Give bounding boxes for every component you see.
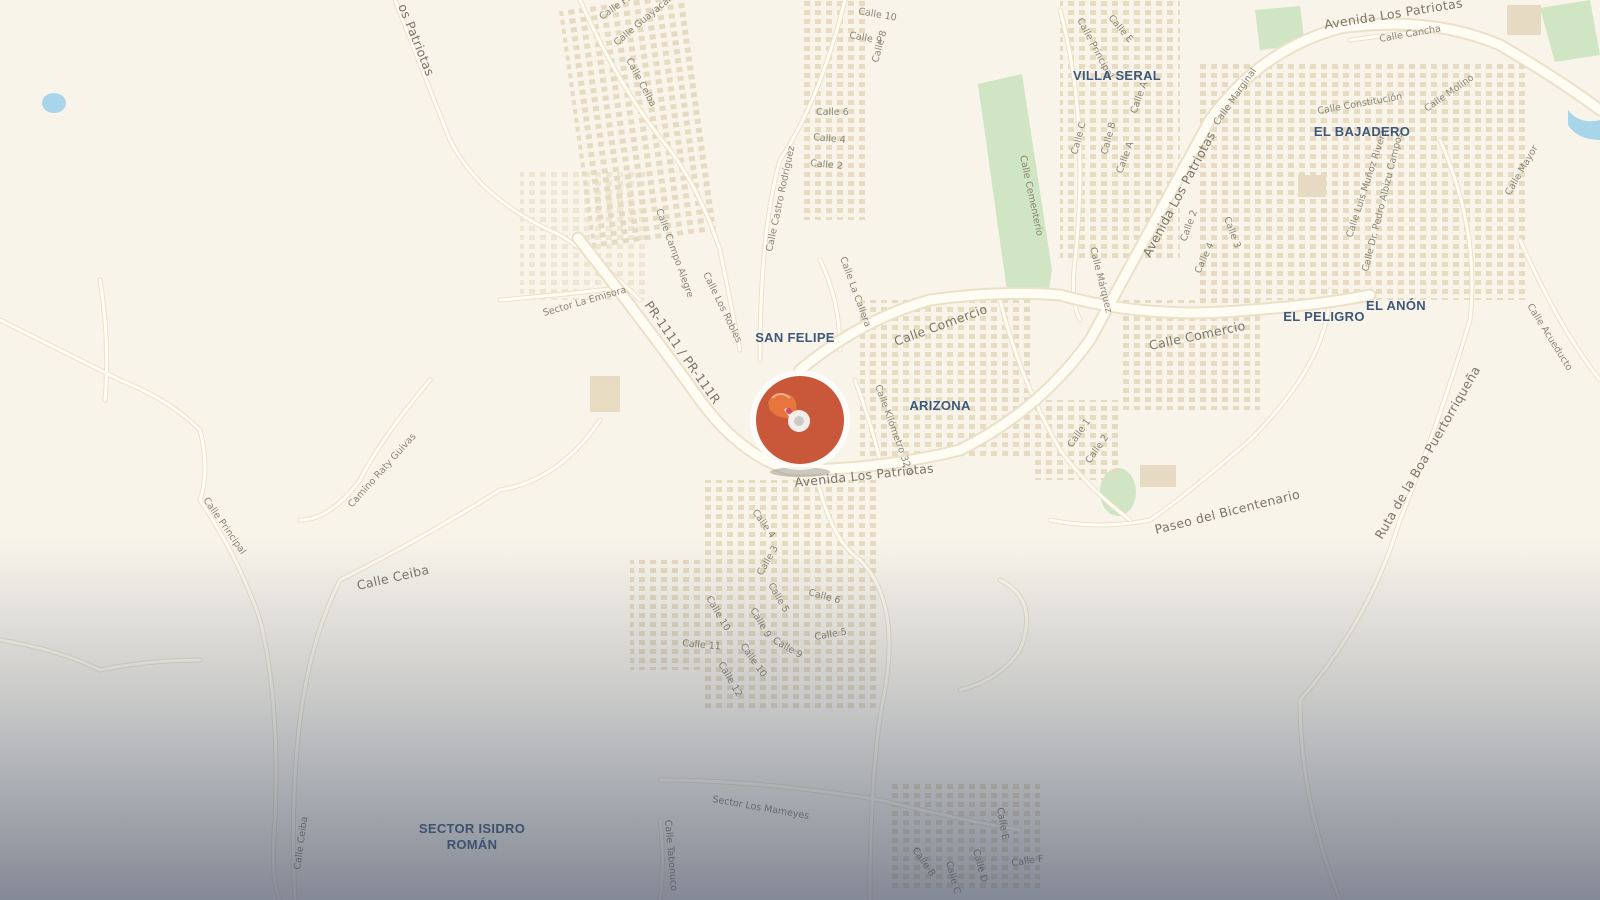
building-bicentenario — [1140, 465, 1176, 487]
block-emisora — [520, 170, 650, 300]
label-calle-6-top: Calle 6 — [816, 107, 849, 118]
hood-el-bajadero: EL BAJADERO — [1314, 124, 1410, 139]
building-ne — [1507, 5, 1541, 35]
hood-sector-isidro: SECTOR ISIDRO — [419, 821, 525, 836]
map-canvas[interactable]: Avenida Los Patriotas Avenida Los Patrio… — [0, 0, 1600, 900]
hood-el-anon: EL ANÓN — [1366, 298, 1426, 313]
hood-el-peligro: EL PELIGRO — [1283, 309, 1365, 324]
pond — [42, 93, 66, 113]
map-svg[interactable]: Avenida Los Patriotas Avenida Los Patrio… — [0, 0, 1600, 900]
block-bottom — [890, 780, 1040, 890]
building-large — [590, 376, 620, 412]
hood-arizona: ARIZONA — [909, 398, 971, 413]
building-bajadero — [1298, 175, 1326, 197]
hood-sector-isidro-roman: ROMÁN — [447, 837, 498, 852]
hood-san-felipe: SAN FELIPE — [755, 330, 835, 345]
hood-villa-seral: VILLA SERAL — [1073, 68, 1161, 83]
